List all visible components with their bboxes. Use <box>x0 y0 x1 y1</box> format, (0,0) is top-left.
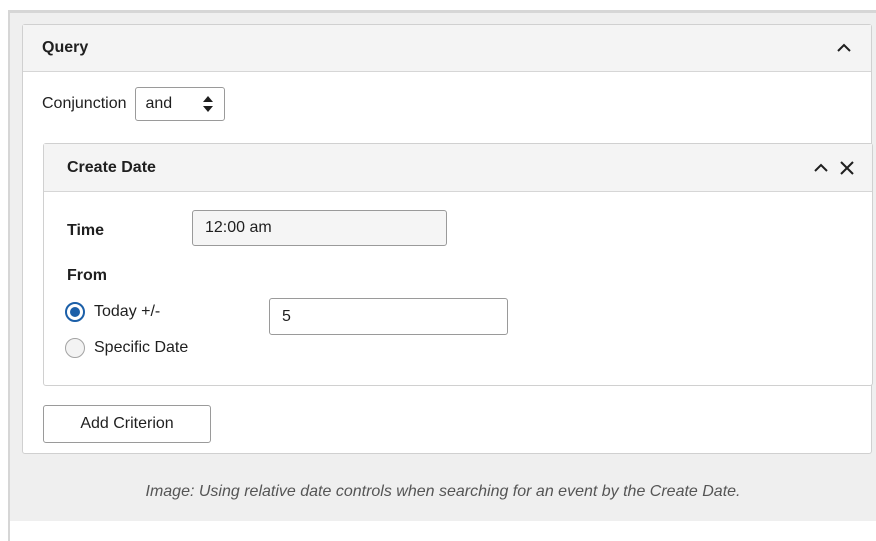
figure: Query Conjunction and Create Date Time 1… <box>10 13 876 521</box>
chevron-up-icon <box>837 43 851 52</box>
conjunction-select[interactable]: and <box>134 87 225 121</box>
conjunction-label: Conjunction <box>42 95 127 112</box>
query-panel: Query Conjunction and Create Date Time 1… <box>22 24 873 454</box>
collapse-query-button[interactable] <box>833 37 855 59</box>
radio-button-unselected[interactable] <box>65 338 85 358</box>
query-panel-header: Query <box>23 25 871 72</box>
close-icon <box>840 160 854 175</box>
radio-button-selected[interactable] <box>65 302 85 322</box>
time-label: Time <box>67 222 105 239</box>
criterion-header: Create Date <box>44 144 872 192</box>
criterion-panel-create-date: Create Date Time 12:00 am From Today +/- <box>43 143 873 386</box>
conjunction-value: and <box>145 95 173 112</box>
radio-today-label: Today +/- <box>94 303 161 320</box>
radio-specific-date[interactable]: Specific Date <box>65 338 188 358</box>
radio-today-offset[interactable]: Today +/- <box>65 302 160 322</box>
conjunction-row: Conjunction and <box>42 87 225 121</box>
days-offset-input[interactable]: 5 <box>269 298 508 335</box>
time-input[interactable]: 12:00 am <box>192 210 447 246</box>
from-label: From <box>67 267 107 284</box>
select-arrows-icon <box>202 96 213 112</box>
criterion-title: Create Date <box>67 158 156 176</box>
query-title: Query <box>42 39 89 56</box>
chevron-up-icon <box>814 163 828 172</box>
image-caption: Image: Using relative date controls when… <box>145 483 741 500</box>
criterion-actions <box>810 157 858 179</box>
add-criterion-button[interactable]: Add Criterion <box>43 405 211 443</box>
remove-criterion-button[interactable] <box>836 157 858 179</box>
radio-specific-date-label: Specific Date <box>94 339 189 356</box>
collapse-criterion-button[interactable] <box>810 157 832 179</box>
